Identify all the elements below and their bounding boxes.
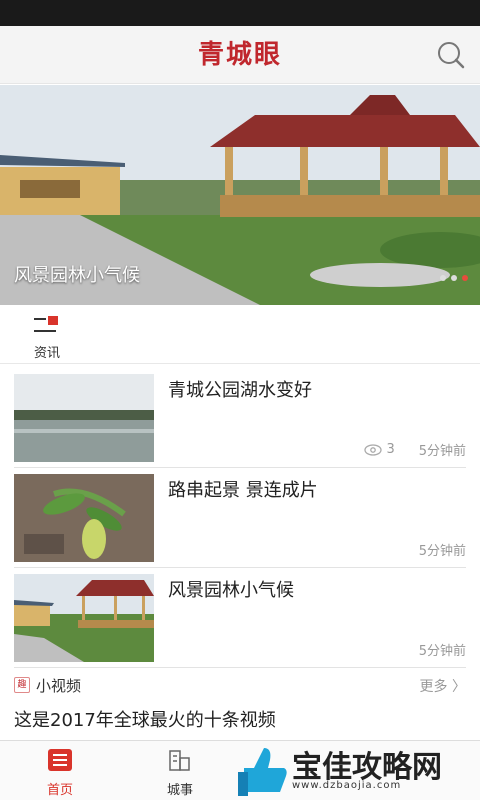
news-title: 风景园林小气候 <box>168 580 294 601</box>
status-bar <box>0 0 480 26</box>
app-header: 青城眼 <box>0 26 480 84</box>
view-count: 3 <box>364 442 395 457</box>
channel-bar: 资讯 <box>0 306 480 364</box>
news-list-item[interactable]: 风景园林小气候 5分钟前 <box>14 568 466 668</box>
news-thumbnail <box>14 374 154 462</box>
news-thumbnail <box>14 574 154 662</box>
news-meta: 3 5分钟前 <box>364 440 466 459</box>
carousel-dot <box>440 275 446 281</box>
eye-icon <box>364 443 383 456</box>
watermark: 宝佳攻略网 www.dzbaojia.com <box>234 740 480 800</box>
tab-home-label: 首页 <box>46 783 73 798</box>
news-list-item[interactable]: 青城公园湖水变好 3 5分钟前 <box>14 368 466 468</box>
news-time: 5分钟前 <box>418 544 466 559</box>
search-icon[interactable] <box>436 40 466 70</box>
news-channel-icon[interactable] <box>34 316 60 336</box>
home-icon <box>48 749 72 771</box>
news-time: 5分钟前 <box>418 444 466 459</box>
watermark-url: www.dzbaojia.com <box>292 780 402 791</box>
thumbs-up-logo <box>238 748 287 796</box>
news-title: 青城公园湖水变好 <box>168 380 312 401</box>
news-meta: 5分钟前 <box>419 640 466 659</box>
news-title: 路串起景 景连成片 <box>168 480 318 501</box>
view-count-value: 3 <box>386 442 395 457</box>
more-link[interactable]: 更多 〉 <box>420 676 466 696</box>
banner-caption: 风景园林小气候 <box>14 265 140 286</box>
news-time: 5分钟前 <box>418 644 466 659</box>
news-thumbnail <box>14 474 154 562</box>
banner-carousel[interactable]: 风景园林小气候 <box>0 85 480 305</box>
tab-city-label: 城事 <box>166 783 193 798</box>
city-icon <box>169 750 190 771</box>
tab-city[interactable]: 城事 <box>120 741 240 801</box>
carousel-dot <box>451 275 457 281</box>
news-meta: 5分钟前 <box>419 540 466 559</box>
app-title: 青城眼 <box>197 40 282 70</box>
channel-label-news[interactable]: 资讯 <box>34 342 60 361</box>
video-title[interactable]: 这是2017年全球最火的十条视频 <box>14 706 276 732</box>
carousel-indicator <box>440 275 468 281</box>
carousel-dot-active <box>462 275 468 281</box>
news-list-item[interactable]: 路串起景 景连成片 5分钟前 <box>14 468 466 568</box>
video-section-title: 小视频 <box>36 677 82 695</box>
tab-home[interactable]: 首页 <box>0 741 120 801</box>
video-section-icon: 趣 <box>14 677 30 693</box>
video-section-header: 趣 小视频 更多 〉 <box>14 674 466 698</box>
